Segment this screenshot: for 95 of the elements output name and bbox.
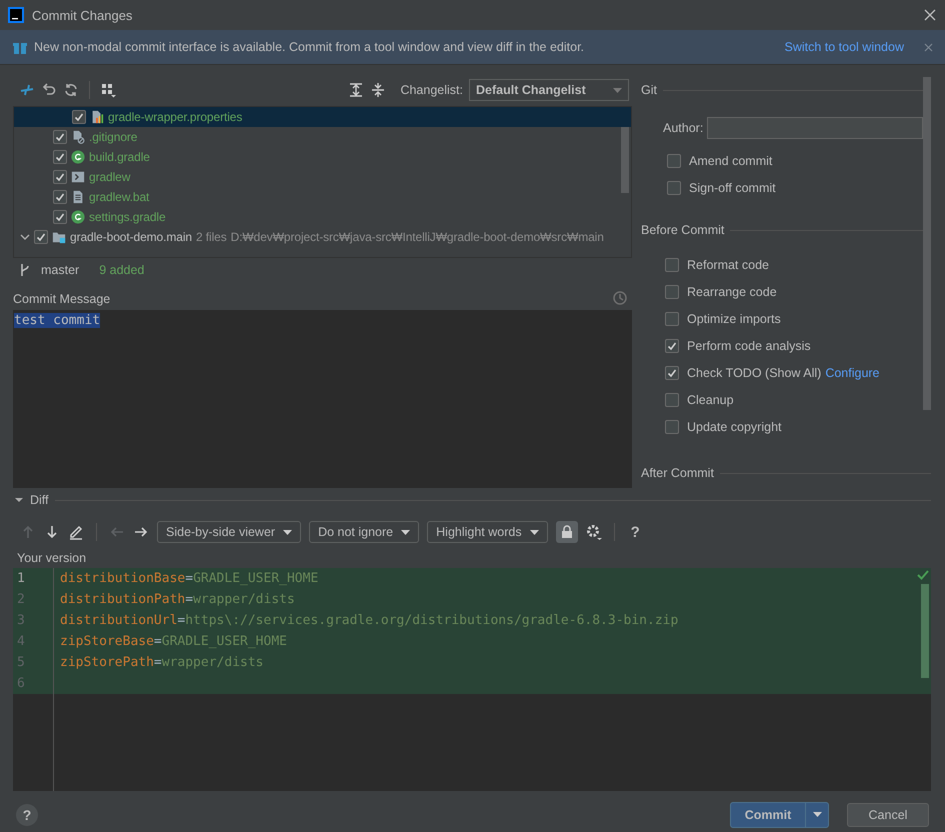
properties-file-icon	[90, 110, 104, 124]
help-icon[interactable]: ?	[630, 524, 640, 540]
scrollbar[interactable]	[923, 77, 931, 410]
lock-button[interactable]	[556, 521, 578, 543]
undo-icon[interactable]	[41, 82, 57, 98]
checkbox[interactable]	[53, 190, 67, 204]
author-field[interactable]	[707, 117, 924, 139]
configure-link[interactable]: Configure	[825, 366, 880, 380]
checkbox[interactable]	[665, 392, 679, 406]
file-count: 2 files	[196, 230, 227, 244]
author-label: Author:	[663, 121, 704, 135]
edit-icon[interactable]	[68, 524, 84, 540]
checkbox[interactable]	[665, 312, 679, 326]
cancel-button[interactable]: Cancel	[847, 802, 929, 826]
option-label[interactable]: Optimize imports	[687, 312, 781, 326]
settings-icon[interactable]	[586, 524, 602, 540]
option-label[interactable]: Reformat code	[687, 258, 769, 272]
help-button[interactable]: ?	[16, 804, 38, 826]
close-icon[interactable]	[923, 8, 937, 22]
checkbox[interactable]	[53, 170, 67, 184]
gradle-file-icon	[71, 150, 85, 164]
diff-title[interactable]: Diff	[30, 493, 49, 507]
file-name[interactable]: gradlew	[89, 170, 130, 184]
module-path: D:₩dev₩project-src₩java-src₩IntelliJ₩gradle-boot-demo₩src₩main	[230, 230, 604, 244]
caret-icon	[812, 812, 822, 817]
expand-all-icon[interactable]	[348, 82, 364, 98]
switch-link[interactable]: Switch to tool window	[784, 40, 904, 54]
check-icon	[917, 570, 929, 580]
checkbox[interactable]	[665, 366, 679, 380]
commit-message-field[interactable]: test commit	[13, 310, 632, 488]
scrollbar[interactable]	[921, 584, 929, 678]
changelist-dropdown[interactable]: Default Changelist	[469, 79, 629, 101]
dropdown[interactable]: Highlight words	[427, 521, 548, 543]
file-name[interactable]: build.gradle	[89, 150, 150, 164]
branch-name[interactable]: master	[41, 263, 80, 277]
option-label[interactable]: Cleanup	[687, 392, 734, 406]
section-title: Git	[641, 83, 657, 97]
version-caption: Your version	[16, 550, 88, 567]
dropdown[interactable]: Side-by-side viewer	[157, 521, 302, 543]
code-line: zipStoreBase=GRADLE_USER_HOME	[59, 634, 287, 649]
text-file-icon	[71, 190, 85, 204]
code-line: zipStorePath=wrapper/dists	[59, 655, 264, 670]
lock-icon	[560, 525, 573, 539]
checkbox[interactable]	[53, 150, 67, 164]
window-title: Commit Changes	[32, 8, 134, 22]
expand-icon[interactable]	[20, 232, 30, 242]
module-folder-icon	[52, 230, 66, 244]
app-logo-icon	[8, 7, 24, 23]
refresh-icon[interactable]	[63, 82, 79, 98]
code-line: distributionBase=GRADLE_USER_HOME	[59, 571, 318, 586]
scrollbar[interactable]	[621, 127, 629, 193]
file-name[interactable]: settings.gradle	[89, 210, 166, 224]
group-by-icon[interactable]	[100, 82, 116, 98]
file-name[interactable]: gradle-wrapper.properties	[108, 110, 242, 124]
close-icon[interactable]	[924, 42, 933, 52]
checkbox[interactable]	[53, 130, 67, 144]
file-name[interactable]: .gitignore	[89, 130, 138, 144]
caret-icon	[530, 530, 539, 534]
checkbox[interactable]	[53, 210, 67, 224]
changelist-label: Changelist:	[400, 83, 463, 97]
option-label[interactable]: Rearrange code	[687, 284, 777, 298]
checkbox[interactable]	[665, 420, 679, 434]
file-name[interactable]: gradlew.bat	[89, 190, 150, 204]
caret-icon	[613, 88, 622, 92]
line-number: 1	[16, 571, 26, 586]
code-line: distributionUrl=https\://services.gradle.org/distributions/gradle-6.8.3-bin.zip	[59, 613, 678, 628]
caret-icon	[401, 530, 410, 534]
option-label[interactable]: Amend commit	[689, 154, 772, 168]
option-label[interactable]: Perform code analysis	[687, 338, 811, 352]
banner-text: New non-modal commit interface is available. Commit from a tool window and view diff in the editor.	[34, 40, 586, 54]
checkbox[interactable]	[667, 154, 681, 168]
checkbox[interactable]	[72, 110, 86, 124]
collapse-icon[interactable]	[14, 495, 24, 505]
commit-button[interactable]: Commit	[731, 802, 805, 826]
section-title: After Commit	[641, 466, 714, 480]
section-title: Before Commit	[641, 223, 724, 237]
option-label[interactable]: Check TODO (Show All)	[687, 366, 822, 380]
checkbox[interactable]	[665, 338, 679, 352]
option-label[interactable]: Update copyright	[687, 420, 782, 434]
checkbox[interactable]	[665, 284, 679, 298]
changes-summary: 9 added	[99, 263, 144, 277]
caret-icon	[283, 530, 292, 534]
terminal-icon	[71, 170, 85, 184]
file-name[interactable]: gradle-boot-demo.main	[70, 230, 192, 244]
collapse-all-icon[interactable]	[370, 82, 386, 98]
commit-message-label: Commit Message	[13, 292, 110, 306]
checkbox[interactable]	[665, 258, 679, 272]
code-line: distributionPath=wrapper/dists	[59, 592, 295, 607]
diff-arrows-icon[interactable]	[19, 82, 35, 98]
checkbox[interactable]	[667, 180, 681, 194]
ignore-file-icon	[71, 130, 85, 144]
checkbox[interactable]	[34, 230, 48, 244]
dropdown[interactable]: Do not ignore	[309, 521, 420, 543]
option-label[interactable]: Sign-off commit	[689, 180, 776, 194]
gradle-file-icon	[71, 210, 85, 224]
